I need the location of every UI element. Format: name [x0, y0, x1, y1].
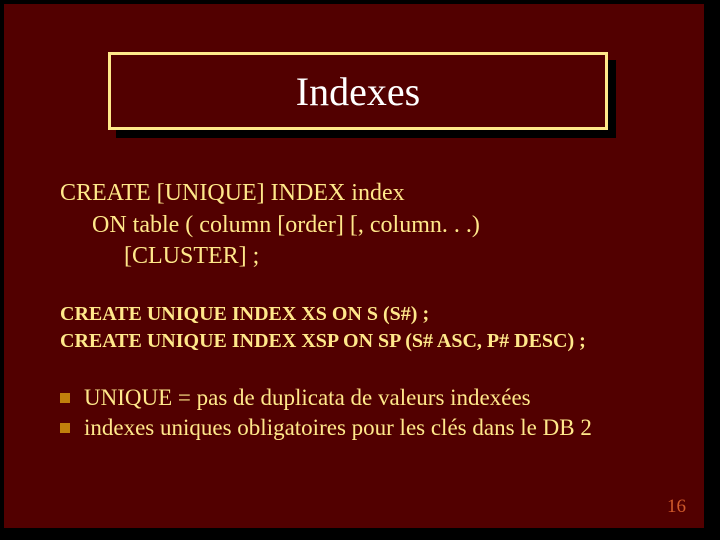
slide-body: CREATE [UNIQUE] INDEX index ON table ( c… [60, 178, 656, 444]
page-number: 16 [667, 496, 686, 518]
title-box: Indexes [108, 52, 608, 130]
sql-syntax-block: CREATE [UNIQUE] INDEX index ON table ( c… [60, 178, 656, 273]
syntax-line-1: CREATE [UNIQUE] INDEX index [60, 178, 656, 210]
slide: Indexes CREATE [UNIQUE] INDEX index ON t… [4, 4, 704, 528]
list-item: UNIQUE = pas de duplicata de valeurs ind… [60, 383, 656, 413]
slide-title: Indexes [296, 68, 420, 115]
bullet-list: UNIQUE = pas de duplicata de valeurs ind… [60, 383, 656, 444]
square-bullet-icon [60, 393, 70, 403]
bullet-text: indexes uniques obligatoires pour les cl… [84, 413, 592, 443]
list-item: indexes uniques obligatoires pour les cl… [60, 413, 656, 443]
square-bullet-icon [60, 423, 70, 433]
syntax-line-2: ON table ( column [order] [, column. . .… [60, 210, 656, 242]
example-line-2: CREATE UNIQUE INDEX XSP ON SP (S# ASC, P… [60, 328, 656, 355]
sql-examples-block: CREATE UNIQUE INDEX XS ON S (S#) ; CREAT… [60, 301, 656, 355]
example-line-1: CREATE UNIQUE INDEX XS ON S (S#) ; [60, 301, 656, 328]
bullet-text: UNIQUE = pas de duplicata de valeurs ind… [84, 383, 531, 413]
syntax-line-3: [CLUSTER] ; [60, 241, 656, 273]
